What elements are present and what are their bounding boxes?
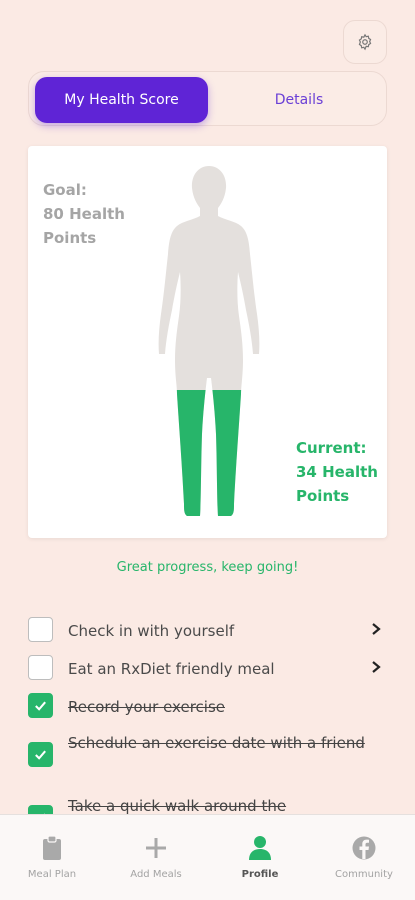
nav-community[interactable]: Community: [312, 815, 415, 900]
checkmark-icon: [35, 701, 46, 711]
goal-label: Goal:: [43, 181, 87, 199]
task-checkbox[interactable]: [28, 655, 53, 680]
facebook-icon: [352, 836, 376, 860]
current-label: Current:: [296, 439, 367, 457]
current-points-text: Current: 34 Health Points: [296, 436, 396, 508]
nav-label: Community: [335, 869, 393, 880]
tab-details[interactable]: Details: [219, 77, 379, 123]
chevron-right-icon: [372, 623, 381, 635]
bottom-navigation: Meal Plan Add Meals Profile Community: [0, 814, 415, 900]
progress-message: Great progress, keep going!: [116, 560, 299, 575]
goal-unit: Points: [43, 229, 97, 247]
task-checkbox-checked[interactable]: [28, 742, 53, 767]
clipboard-icon: [43, 835, 61, 860]
tab-my-health-score[interactable]: My Health Score: [35, 77, 208, 123]
goal-points-text: Goal: 80 Health Points: [43, 178, 163, 250]
chevron-right-icon: [372, 661, 381, 673]
score-tabs: My Health Score Details: [28, 71, 387, 126]
task-label: Check in with yourself: [68, 622, 235, 640]
task-label: Record your exercise: [68, 698, 225, 716]
person-icon: [249, 836, 271, 860]
settings-button[interactable]: [343, 20, 387, 64]
nav-add-meals[interactable]: Add Meals: [104, 815, 208, 900]
plus-icon: [146, 838, 166, 858]
nav-profile[interactable]: Profile: [208, 815, 312, 900]
nav-label: Add Meals: [130, 869, 182, 880]
gear-icon: [358, 33, 372, 51]
current-value: 34 Health: [296, 463, 378, 481]
current-unit: Points: [296, 487, 350, 505]
goal-value: 80 Health: [43, 205, 125, 223]
body-figure-illustration: [158, 166, 260, 516]
task-checkbox-checked[interactable]: [28, 693, 53, 718]
health-score-card: Goal: 80 Health Points Current: 34 Healt…: [28, 146, 387, 538]
task-checkbox[interactable]: [28, 617, 53, 642]
task-label: Schedule an exercise date with a friend: [68, 734, 365, 752]
nav-label: Meal Plan: [27, 869, 77, 880]
nav-meal-plan[interactable]: Meal Plan: [0, 815, 104, 900]
checkmark-icon: [35, 750, 46, 760]
task-label: Eat an RxDiet friendly meal: [68, 660, 275, 678]
nav-label: Profile: [241, 869, 279, 880]
